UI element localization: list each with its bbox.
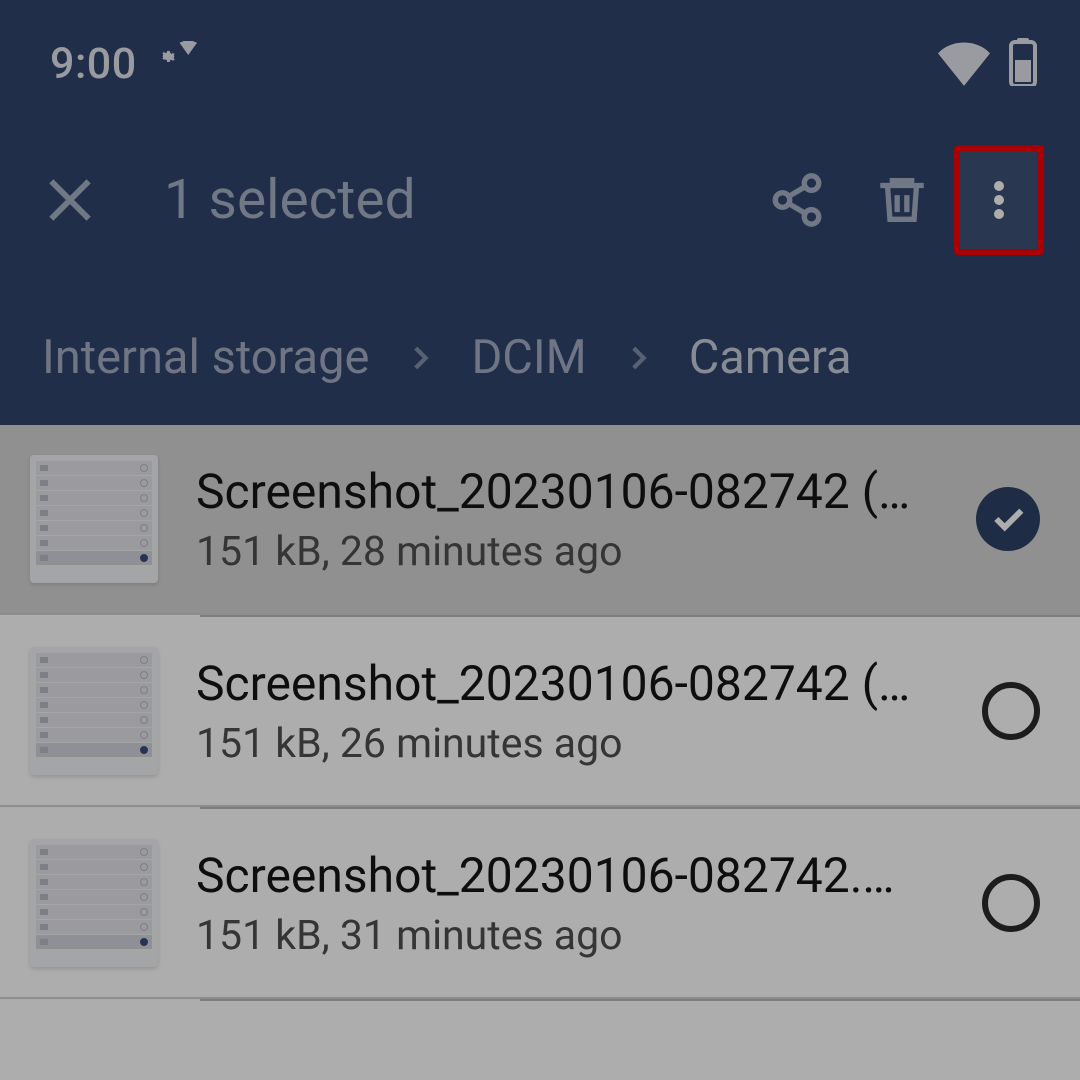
selection-unchecked[interactable] bbox=[982, 874, 1040, 932]
file-meta: 151 kB, 31 minutes ago bbox=[196, 912, 944, 960]
divider bbox=[200, 999, 1080, 1001]
breadcrumb-current[interactable]: Camera bbox=[689, 330, 852, 385]
status-bar: 9:00 bbox=[0, 0, 1080, 110]
file-meta: 151 kB, 26 minutes ago bbox=[196, 720, 944, 768]
delete-button[interactable] bbox=[849, 171, 954, 229]
clock: 9:00 bbox=[50, 39, 137, 89]
battery-icon bbox=[1008, 38, 1038, 90]
settings-wifi-icon bbox=[155, 41, 197, 87]
breadcrumb: Internal storage DCIM Camera bbox=[0, 290, 1080, 425]
file-list: Screenshot_20230106-082742 (2).p… 151 kB… bbox=[0, 425, 1080, 1001]
selection-unchecked[interactable] bbox=[982, 682, 1040, 740]
wifi-icon bbox=[938, 36, 990, 92]
share-button[interactable] bbox=[744, 171, 849, 229]
share-icon bbox=[768, 171, 826, 229]
selection-checked[interactable] bbox=[976, 487, 1040, 551]
trash-icon bbox=[873, 171, 931, 229]
thumbnail bbox=[30, 647, 158, 775]
check-icon bbox=[988, 499, 1028, 539]
more-vert-icon bbox=[975, 170, 1023, 230]
selection-app-bar: 1 selected bbox=[0, 110, 1080, 290]
file-row[interactable]: Screenshot_20230106-082742 (2).p… 151 kB… bbox=[0, 425, 1080, 615]
file-name: Screenshot_20230106-082742 (2).p… bbox=[196, 463, 911, 520]
status-left: 9:00 bbox=[50, 39, 197, 89]
file-name: Screenshot_20230106-082742 (3).p… bbox=[196, 655, 911, 712]
app-header: 9:00 1 selected Internal s bbox=[0, 0, 1080, 425]
file-row[interactable]: Screenshot_20230106-082742.png 151 kB, 3… bbox=[0, 809, 1080, 999]
close-selection-button[interactable] bbox=[36, 172, 104, 228]
file-info: Screenshot_20230106-082742.png 151 kB, 3… bbox=[196, 847, 944, 960]
breadcrumb-root[interactable]: Internal storage bbox=[42, 330, 369, 385]
selection-count: 1 selected bbox=[164, 168, 744, 232]
file-row[interactable]: Screenshot_20230106-082742 (3).p… 151 kB… bbox=[0, 617, 1080, 807]
close-icon bbox=[42, 172, 98, 228]
file-info: Screenshot_20230106-082742 (3).p… 151 kB… bbox=[196, 655, 944, 768]
file-info: Screenshot_20230106-082742 (2).p… 151 kB… bbox=[196, 463, 938, 576]
thumbnail bbox=[30, 839, 158, 967]
chevron-right-icon bbox=[403, 341, 437, 375]
file-name: Screenshot_20230106-082742.png bbox=[196, 847, 911, 904]
more-options-button[interactable] bbox=[954, 145, 1044, 255]
chevron-right-icon bbox=[621, 341, 655, 375]
status-right bbox=[938, 36, 1038, 92]
thumbnail bbox=[30, 455, 158, 583]
breadcrumb-dcim[interactable]: DCIM bbox=[471, 330, 586, 385]
file-meta: 151 kB, 28 minutes ago bbox=[196, 528, 938, 576]
